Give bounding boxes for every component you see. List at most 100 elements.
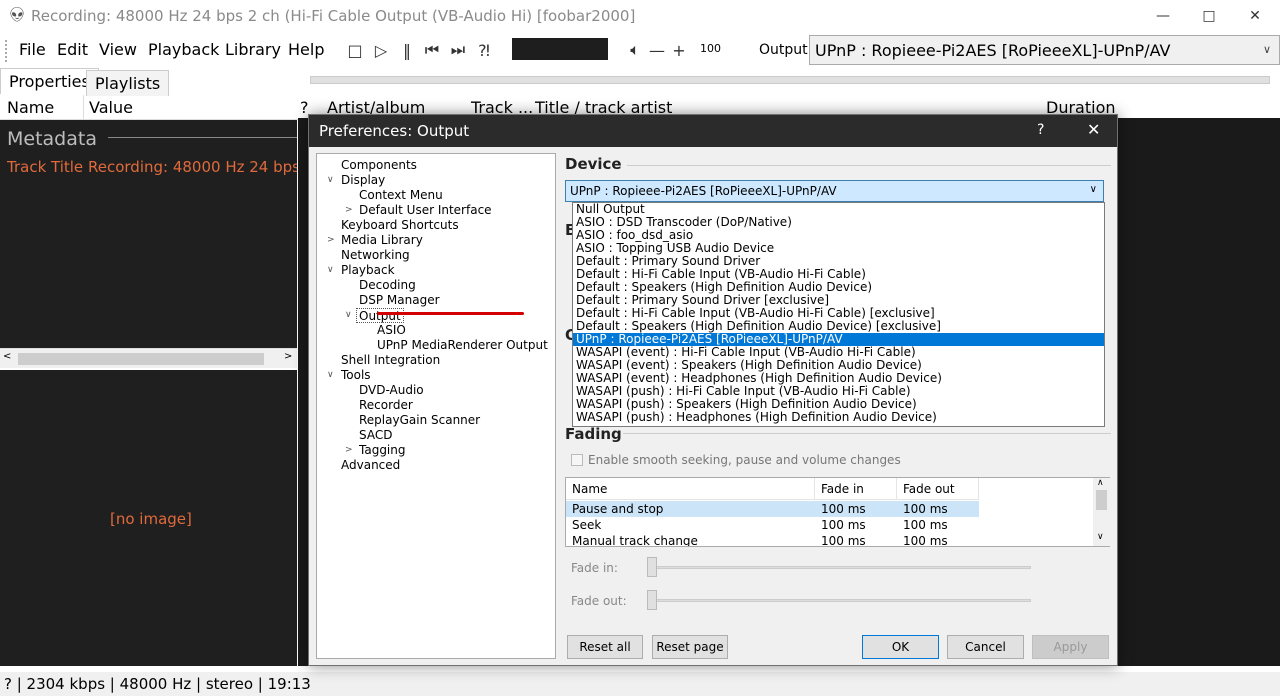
tab-playlists[interactable]: Playlists — [86, 70, 170, 96]
reset-all-button[interactable]: Reset all — [567, 635, 643, 659]
volume-value: 100 — [700, 42, 721, 55]
vertical-scrollbar[interactable]: ∧ ∨ — [1093, 478, 1110, 546]
device-select[interactable]: UPnP : Ropieee-Pi2AES [RoPieeeXL]-UPnP/A… — [565, 180, 1104, 202]
tree-item-advanced[interactable]: Advanced — [341, 458, 400, 473]
smooth-fading-checkbox[interactable] — [571, 454, 583, 466]
table-row[interactable]: Seek 100 ms 100 ms — [566, 517, 979, 533]
menu-playback[interactable]: Playback — [148, 40, 219, 59]
tree-item-keyboard-shortcuts[interactable]: Keyboard Shortcuts — [341, 218, 459, 233]
scroll-left-icon[interactable]: < — [3, 351, 11, 362]
table-cell: 100 ms — [821, 502, 866, 516]
tree-item-context-menu[interactable]: Context Menu — [359, 188, 443, 203]
ok-button[interactable]: OK — [862, 635, 939, 659]
expand-icon[interactable]: > — [345, 205, 353, 215]
output-select-value: UPnP : Ropieee-Pi2AES [RoPieeeXL]-UPnP/A… — [815, 41, 1171, 60]
volume-up-icon[interactable]: + — [669, 40, 689, 60]
scroll-thumb[interactable] — [18, 353, 264, 365]
seek-bar[interactable] — [310, 76, 1270, 84]
column-fade-out[interactable]: Fade out — [897, 478, 979, 500]
tree-item-recorder[interactable]: Recorder — [359, 398, 413, 413]
track-title-value: Recording: 48000 Hz 24 bps 2 ch — [88, 158, 297, 176]
dialog-close-icon[interactable]: ✕ — [1087, 120, 1100, 139]
left-tabs: Properties Playlists — [0, 68, 298, 96]
reset-page-button[interactable]: Reset page — [652, 635, 728, 659]
fade-in-track — [647, 566, 1031, 569]
collapse-icon[interactable]: ∨ — [327, 265, 334, 275]
preferences-tree: Components ∨ Display Context Menu > Default U… — [316, 153, 556, 659]
seek-box[interactable] — [512, 38, 608, 60]
speaker-icon[interactable]: 🔈︎ — [625, 40, 645, 60]
menu-help[interactable]: Help — [288, 40, 324, 59]
tree-item-playback[interactable]: Playback — [341, 263, 395, 278]
tree-item-networking[interactable]: Networking — [341, 248, 410, 263]
column-fade-in[interactable]: Fade in — [815, 478, 897, 500]
tree-item-shell-integration[interactable]: Shell Integration — [341, 353, 440, 368]
column-fade-name[interactable]: Name — [566, 478, 815, 500]
table-row[interactable]: Pause and stop 100 ms 100 ms — [566, 501, 979, 517]
menu-file[interactable]: File — [19, 40, 46, 59]
window-title: Recording: 48000 Hz 24 bps 2 ch (Hi-Fi C… — [31, 7, 636, 25]
cancel-button[interactable]: Cancel — [947, 635, 1024, 659]
random-icon[interactable]: ⁈ — [474, 40, 494, 60]
tree-item-tools[interactable]: Tools — [341, 368, 371, 383]
device-dropdown-list: Null Output ASIO : DSD Transcoder (DoP/Na… — [572, 202, 1105, 427]
next-icon[interactable]: ⏭︎ — [448, 40, 468, 60]
collapse-icon[interactable]: ∨ — [345, 310, 352, 320]
tree-item-components[interactable]: Components — [341, 158, 417, 173]
alien-icon: 👽︎ — [8, 7, 26, 23]
tree-item-media-library[interactable]: Media Library — [341, 233, 423, 248]
table-cell: Seek — [572, 518, 602, 532]
dialog-title-bar: Preferences: Output ? ✕ — [309, 115, 1117, 147]
menu-library[interactable]: Library — [225, 40, 281, 59]
menu-edit[interactable]: Edit — [57, 40, 88, 59]
horizontal-scrollbar[interactable]: < > — [0, 348, 297, 368]
tree-item-decoding[interactable]: Decoding — [359, 278, 416, 293]
tree-item-sacd[interactable]: SACD — [359, 428, 392, 443]
tree-item-replaygain-scanner[interactable]: ReplayGain Scanner — [359, 413, 480, 428]
output-select[interactable]: UPnP : Ropieee-Pi2AES [RoPieeeXL]-UPnP/A… — [809, 35, 1280, 65]
maximize-button[interactable]: □ — [1186, 0, 1232, 32]
tree-item-upnp-mediarenderer-output[interactable]: UPnP MediaRenderer Output — [377, 338, 548, 353]
expand-icon[interactable]: > — [327, 235, 335, 245]
help-button[interactable]: ? — [1037, 122, 1044, 138]
tree-item-asio[interactable]: ASIO — [377, 323, 406, 338]
tree-item-default-user-interface[interactable]: Default User Interface — [359, 203, 492, 218]
minimize-button[interactable]: — — [1140, 0, 1186, 32]
previous-icon[interactable]: ⏮︎ — [422, 40, 442, 60]
fading-section-title: Fading — [565, 425, 622, 443]
pause-icon[interactable]: ‖ — [397, 40, 417, 60]
scroll-right-icon[interactable]: > — [284, 351, 292, 362]
play-icon[interactable]: ▷ — [371, 40, 391, 60]
tree-item-output[interactable]: Output — [356, 308, 404, 323]
apply-button[interactable]: Apply — [1032, 635, 1109, 659]
device-section-title: Device — [565, 155, 622, 173]
close-button[interactable]: ✕ — [1232, 0, 1278, 32]
tree-item-dsp-manager[interactable]: DSP Manager — [359, 293, 440, 308]
column-divider — [83, 95, 84, 119]
table-row[interactable]: Manual track change 100 ms 100 ms — [566, 533, 979, 546]
section-rule — [627, 165, 1111, 166]
tree-item-display[interactable]: Display — [341, 173, 385, 188]
expand-icon[interactable]: > — [345, 445, 353, 455]
scroll-thumb[interactable] — [1096, 490, 1107, 510]
collapse-icon[interactable]: ∨ — [327, 175, 334, 185]
tab-properties[interactable]: Properties — [0, 68, 99, 94]
tree-item-tagging[interactable]: Tagging — [359, 443, 406, 458]
scroll-up-icon[interactable]: ∧ — [1097, 478, 1104, 488]
tree-item-dvd-audio[interactable]: DVD-Audio — [359, 383, 424, 398]
metadata-rule — [108, 137, 297, 138]
fade-in-slider[interactable] — [647, 557, 657, 577]
stop-icon[interactable]: □ — [345, 40, 365, 60]
volume-down-icon[interactable]: — — [647, 40, 667, 60]
output-label: Output: — [759, 42, 813, 58]
column-value[interactable]: Value — [89, 98, 133, 117]
properties-header: Name Value — [0, 95, 298, 120]
device-option[interactable]: WASAPI (push) : Headphones (High Definit… — [573, 411, 1104, 424]
menu-view[interactable]: View — [99, 40, 137, 59]
section-rule — [623, 433, 1111, 434]
fade-out-slider[interactable] — [647, 590, 657, 610]
metadata-heading: Metadata — [7, 128, 97, 150]
collapse-icon[interactable]: ∨ — [327, 370, 334, 380]
column-name[interactable]: Name — [7, 98, 54, 117]
scroll-down-icon[interactable]: ∨ — [1097, 532, 1104, 542]
